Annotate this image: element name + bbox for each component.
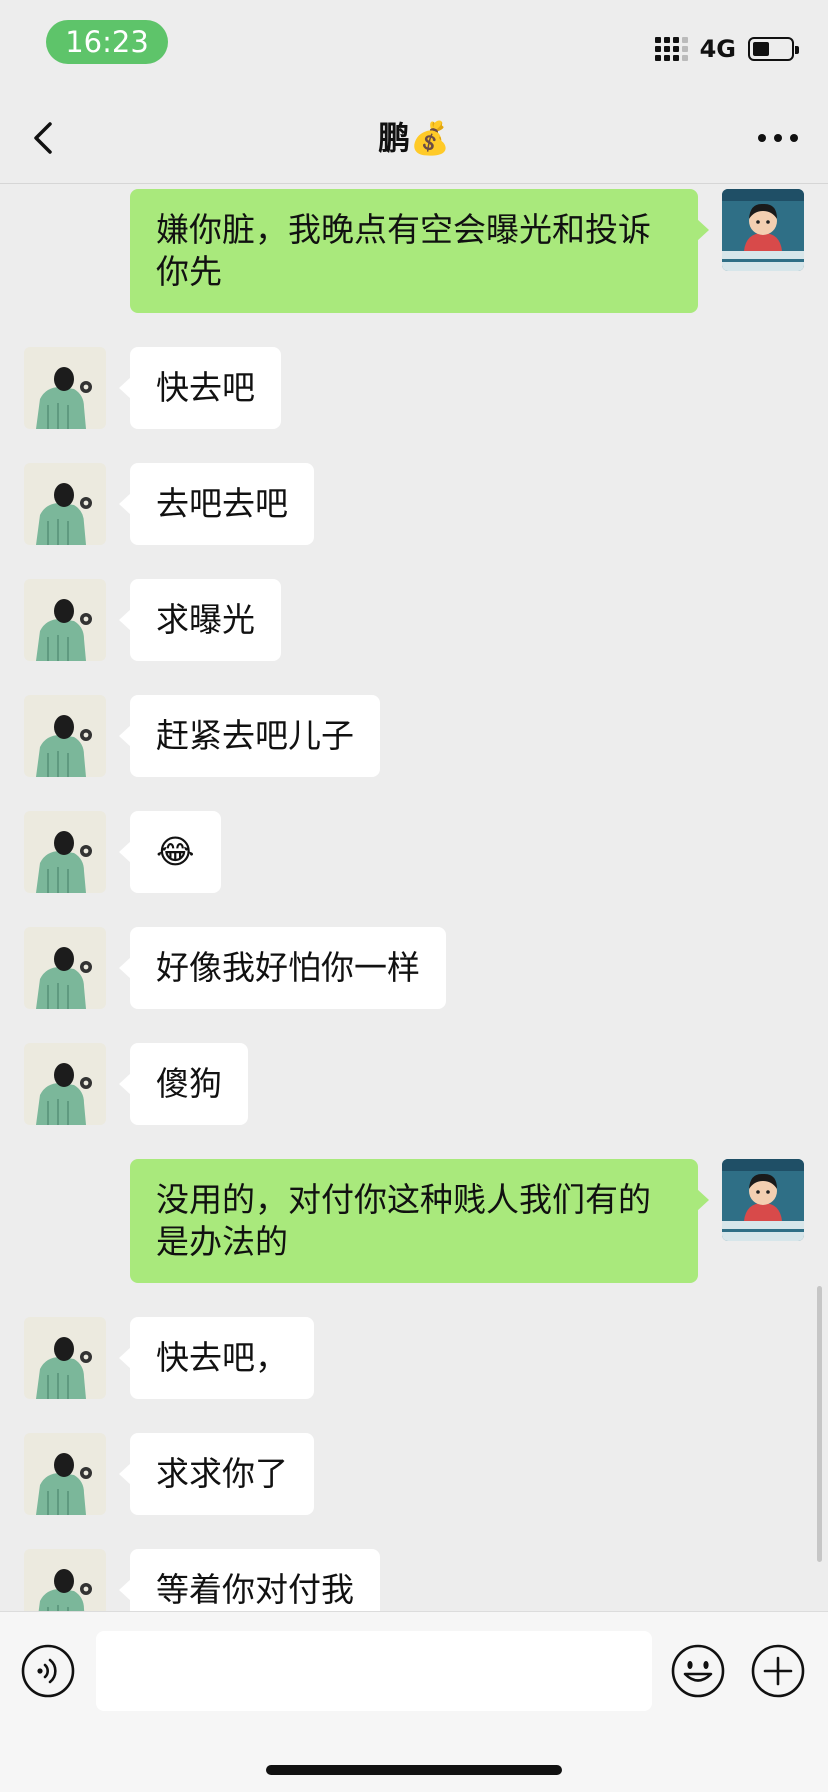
contact-avatar[interactable] — [24, 579, 106, 661]
emoji-icon[interactable] — [670, 1643, 726, 1699]
message-bubble[interactable]: 赶紧去吧儿子 — [119, 695, 380, 777]
message-bubble[interactable]: 求曝光 — [119, 579, 281, 661]
contact-avatar[interactable] — [24, 1043, 106, 1125]
message-bubble[interactable]: 嫌你脏，我晚点有空会曝光和投诉你先 — [130, 189, 709, 313]
chat-title[interactable]: 鹏💰 — [0, 116, 828, 160]
message-bubble[interactable]: 😂 — [119, 811, 221, 893]
network-label: 4G — [699, 35, 736, 63]
message-list[interactable]: 嫌你脏，我晚点有空会曝光和投诉你先快去吧去吧去吧求曝光赶紧去吧儿子 😂 好像我好怕你… — [0, 185, 828, 1611]
scrollbar[interactable] — [817, 1286, 822, 1562]
message-bubble[interactable]: 傻狗 — [119, 1043, 248, 1125]
message-bubble[interactable]: 求求你了 — [119, 1433, 314, 1515]
input-bar — [0, 1611, 828, 1792]
message-input[interactable] — [96, 1631, 652, 1711]
contact-avatar[interactable] — [24, 463, 106, 545]
contact-avatar[interactable] — [24, 695, 106, 777]
contact-avatar[interactable] — [24, 347, 106, 429]
message-bubble[interactable]: 快去吧， — [119, 1317, 314, 1399]
chat-header: 鹏💰 — [0, 92, 828, 184]
status-time: 16:23 — [46, 20, 168, 64]
message-bubble[interactable]: 没用的，对付你这种贱人我们有的是办法的 — [130, 1159, 709, 1283]
status-indicators: 4G — [654, 34, 799, 64]
voice-icon[interactable] — [20, 1643, 76, 1699]
contact-avatar[interactable] — [24, 1549, 106, 1611]
my-avatar[interactable] — [722, 1159, 804, 1241]
contact-avatar[interactable] — [24, 1317, 106, 1399]
signal-icon — [654, 37, 688, 61]
contact-avatar[interactable] — [24, 811, 106, 893]
plus-icon[interactable] — [750, 1643, 806, 1699]
more-dots-icon[interactable] — [754, 118, 802, 158]
message-bubble[interactable]: 等着你对付我 — [119, 1549, 380, 1611]
contact-avatar[interactable] — [24, 1433, 106, 1515]
message-bubble[interactable]: 好像我好怕你一样 — [119, 927, 446, 1009]
home-indicator[interactable] — [266, 1765, 562, 1775]
contact-avatar[interactable] — [24, 927, 106, 1009]
status-bar: 16:23 4G — [0, 0, 828, 92]
battery-icon — [748, 37, 799, 61]
my-avatar[interactable] — [722, 189, 804, 271]
message-bubble[interactable]: 去吧去吧 — [119, 463, 314, 545]
message-bubble[interactable]: 快去吧 — [119, 347, 281, 429]
